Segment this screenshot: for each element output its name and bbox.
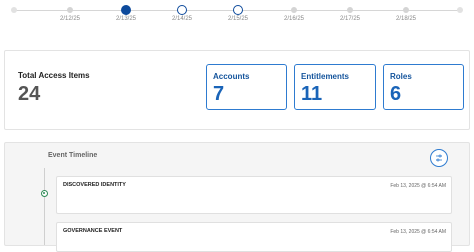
event-timestamp: Feb 13, 2025 @ 6:54 AM	[390, 229, 446, 235]
event-title: GOVERNANCE EVENT	[63, 228, 123, 234]
step-dot	[347, 7, 353, 13]
entitlements-stat-card[interactable]: Entitlements 11	[294, 64, 376, 110]
timeline-event-card[interactable]: DISCOVERED IDENTITY Feb 13, 2025 @ 6:54 …	[56, 176, 452, 214]
accounts-stat-value: 7	[213, 83, 225, 105]
step-dot	[403, 7, 409, 13]
step-2-13[interactable]: 2/13/25	[106, 5, 146, 22]
roles-stat-card[interactable]: Roles 6	[383, 64, 464, 110]
timeline-event-marker	[41, 190, 48, 197]
total-access-items-label: Total Access Items	[18, 71, 90, 80]
step-date-label: 2/15/25	[227, 16, 249, 22]
step-date-label: 2/16/25	[283, 16, 305, 22]
timeline-filter-button[interactable]	[430, 149, 448, 167]
sliders-icon	[436, 154, 442, 162]
accounts-stat-card[interactable]: Accounts 7	[206, 64, 287, 110]
event-timeline-panel: Event Timeline DISCOVERED IDENTITY Feb 1…	[4, 142, 470, 252]
step-dot-current	[121, 5, 131, 15]
date-stepper: 2/12/25 2/13/25 2/14/25 2/15/25 2/16/25 …	[0, 0, 474, 30]
step-dot-hollow	[177, 5, 187, 15]
step-date-label: 2/17/25	[339, 16, 361, 22]
step-date-label: 2/18/25	[395, 16, 417, 22]
event-title: DISCOVERED IDENTITY	[63, 182, 126, 188]
step-date-label: 2/14/25	[171, 16, 193, 22]
entitlements-stat-value: 11	[301, 83, 323, 105]
event-timeline-title: Event Timeline	[48, 152, 98, 159]
step-dot	[291, 7, 297, 13]
step-dot	[67, 7, 73, 13]
step-dot-hollow	[233, 5, 243, 15]
timeline-event-card[interactable]: GOVERNANCE EVENT Feb 13, 2025 @ 6:54 AM	[56, 222, 452, 252]
roles-stat-label: Roles	[390, 72, 412, 81]
step-date-label: 2/12/25	[59, 16, 81, 22]
step-2-17[interactable]: 2/17/25	[330, 5, 370, 22]
step-2-14[interactable]: 2/14/25	[162, 5, 202, 22]
step-date-label: 2/13/25	[115, 16, 137, 22]
stepper-edge-right	[457, 7, 463, 13]
total-access-items-value: 24	[18, 83, 41, 105]
timeline-track	[44, 168, 45, 245]
access-summary-card: Total Access Items 24 Accounts 7 Entitle…	[4, 50, 470, 130]
event-timestamp: Feb 13, 2025 @ 6:54 AM	[390, 183, 446, 189]
entitlements-stat-label: Entitlements	[301, 72, 350, 81]
roles-stat-value: 6	[390, 83, 402, 105]
step-2-16[interactable]: 2/16/25	[274, 5, 314, 22]
stepper-edge-left	[11, 7, 17, 13]
step-2-12[interactable]: 2/12/25	[50, 5, 90, 22]
step-2-15[interactable]: 2/15/25	[218, 5, 258, 22]
accounts-stat-label: Accounts	[213, 72, 250, 81]
step-2-18[interactable]: 2/18/25	[386, 5, 426, 22]
